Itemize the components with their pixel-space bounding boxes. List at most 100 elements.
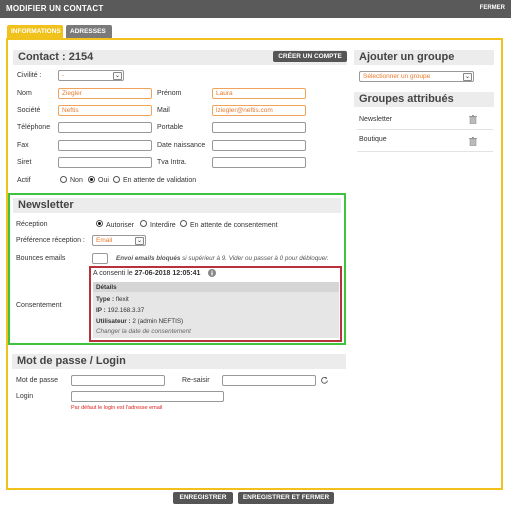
resaisir-label: Re-saisir xyxy=(182,377,210,384)
siret-input[interactable] xyxy=(58,157,152,168)
actif-attente-label: En attente de validation xyxy=(123,177,197,184)
group-name: Newsletter xyxy=(359,116,393,123)
date-naissance-label: Date naissance xyxy=(157,142,206,149)
bounces-help: Envoi emails bloqués si supérieur à 9. V… xyxy=(116,255,329,262)
portable-label: Portable xyxy=(157,124,184,131)
consent-line: A consenti le 27-06-2018 12:05:41 xyxy=(93,270,200,277)
actif-label: Actif xyxy=(17,177,31,184)
trash-icon[interactable] xyxy=(469,137,477,146)
close-button[interactable]: FERMER xyxy=(480,5,505,11)
reception-attente-radio[interactable] xyxy=(180,220,187,227)
societe-label: Société xyxy=(17,107,41,114)
societe-input[interactable]: Neftis xyxy=(58,105,152,116)
reception-interdire-radio[interactable] xyxy=(140,220,147,227)
consent-prefix: A consenti le xyxy=(93,270,135,277)
tva-label: Tva Intra. xyxy=(157,159,187,166)
prenom-label: Prénom xyxy=(157,90,182,97)
password-label: Mot de passe xyxy=(16,377,59,384)
login-label: Login xyxy=(16,393,34,400)
save-and-close-button[interactable]: ENREGISTRER ET FERMER xyxy=(238,492,334,504)
login-input[interactable] xyxy=(71,391,224,402)
mail-label: Mail xyxy=(157,107,170,114)
password-title: Mot de passe / Login xyxy=(17,355,126,367)
nom-label: Nom xyxy=(17,90,32,97)
reception-attente-label: En attente de consentement xyxy=(190,222,278,229)
user-value: 2 (admin NEFTIS) xyxy=(132,318,184,325)
group-select[interactable]: Sélectionner un groupe ⌄ xyxy=(359,71,474,82)
consent-date: 27-06-2018 12:05:41 xyxy=(134,270,201,277)
date-naissance-input[interactable] xyxy=(212,140,306,151)
ip-value: 192.168.3.37 xyxy=(107,307,145,314)
password-input[interactable] xyxy=(71,375,165,386)
telephone-label: Téléphone xyxy=(17,124,51,131)
bounces-label: Bounces emails xyxy=(16,255,66,262)
ip-label: IP : xyxy=(96,307,108,314)
add-group-title: Ajouter un groupe xyxy=(359,51,455,63)
tva-input[interactable] xyxy=(212,157,306,168)
tab-informations[interactable]: INFORMATIONS xyxy=(7,25,63,38)
prenom-input[interactable]: Laura xyxy=(212,88,306,99)
group-select-placeholder: Sélectionner un groupe xyxy=(363,73,431,80)
create-account-button[interactable]: CRÉER UN COMPTE xyxy=(273,51,347,62)
consent-box: A consenti le 27-06-2018 12:05:41 Détail… xyxy=(89,266,342,342)
bounces-help-rest: si supérieur à 9. Vider ou passer à 0 po… xyxy=(180,255,329,262)
consent-user: Utilisateur : 2 (admin NEFTIS) xyxy=(96,318,183,325)
login-hint: Par défaut le login est l'adresse email xyxy=(71,405,163,411)
reception-interdire-label: Interdire xyxy=(150,222,176,229)
window-title: MODIFIER UN CONTACT xyxy=(6,4,104,13)
nom-input[interactable]: Ziegler xyxy=(58,88,152,99)
reception-autoriser-label: Autoriser xyxy=(106,222,135,229)
civilite-label: Civilité : xyxy=(17,72,42,79)
save-button[interactable]: ENREGISTRER xyxy=(173,492,233,504)
title-bar: MODIFIER UN CONTACT FERMER xyxy=(0,0,511,18)
preference-value: Email xyxy=(96,237,113,244)
user-label: Utilisateur : xyxy=(96,318,133,325)
refresh-icon[interactable] xyxy=(320,376,329,385)
tab-adresses[interactable]: ADRESSES xyxy=(66,25,112,38)
consent-ip: IP : 192.168.3.37 xyxy=(96,307,144,314)
password-header: Mot de passe / Login xyxy=(12,354,346,369)
actif-attente-radio[interactable] xyxy=(113,176,120,183)
bounces-help-bold: Envoi emails bloqués xyxy=(116,255,181,262)
assigned-groups-title: Groupes attribués xyxy=(359,93,454,105)
actif-non-radio[interactable] xyxy=(60,176,67,183)
portable-input[interactable] xyxy=(212,122,306,133)
fax-label: Fax xyxy=(17,142,29,149)
details-header: Détails xyxy=(93,282,339,292)
type-value: flexit xyxy=(115,296,129,303)
telephone-input[interactable] xyxy=(58,122,152,133)
consent-type: Type : flexit xyxy=(96,296,129,303)
trash-icon[interactable] xyxy=(469,115,477,124)
fax-input[interactable] xyxy=(58,140,152,151)
newsletter-title: Newsletter xyxy=(18,199,74,211)
newsletter-header: Newsletter xyxy=(13,198,341,213)
reception-autoriser-radio[interactable] xyxy=(96,220,103,227)
civilite-value: - xyxy=(62,72,65,79)
add-group-header: Ajouter un groupe xyxy=(354,50,494,65)
group-name: Boutique xyxy=(359,136,387,143)
preference-label: Préférence réception : xyxy=(16,237,85,244)
actif-oui-radio[interactable] xyxy=(88,176,95,183)
actif-oui-label: Oui xyxy=(98,177,109,184)
actif-non-label: Non xyxy=(70,177,83,184)
assigned-groups-header: Groupes attribués xyxy=(354,92,494,107)
mail-input[interactable]: lziegler@neftis.com xyxy=(212,105,306,116)
civilite-select[interactable]: - ⌄ xyxy=(58,70,124,81)
contact-title: Contact : 2154 xyxy=(18,51,94,63)
bounces-input[interactable] xyxy=(92,253,108,264)
chevron-down-icon: ⌄ xyxy=(113,72,122,80)
type-label: Type : xyxy=(96,296,116,303)
change-consent-date-link[interactable]: Changer la date de consentement xyxy=(96,328,191,335)
reception-label: Réception xyxy=(16,221,48,228)
info-icon[interactable] xyxy=(208,269,216,277)
group-row-newsletter: Newsletter xyxy=(357,110,493,130)
preference-select[interactable]: Email ⌄ xyxy=(92,235,146,246)
consent-details-panel: Détails Type : flexit IP : 192.168.3.37 … xyxy=(93,282,339,338)
consentement-label: Consentement xyxy=(16,302,62,309)
chevron-down-icon: ⌄ xyxy=(463,73,472,81)
details-title: Détails xyxy=(96,284,117,291)
resaisir-input[interactable] xyxy=(222,375,316,386)
group-row-boutique: Boutique xyxy=(357,132,493,152)
chevron-down-icon: ⌄ xyxy=(135,237,144,245)
siret-label: Siret xyxy=(17,159,32,166)
